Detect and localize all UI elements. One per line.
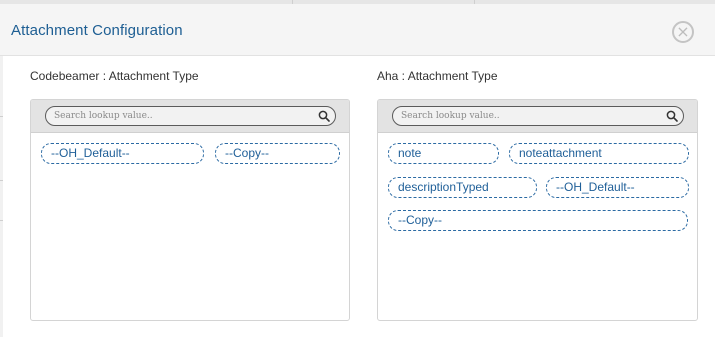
dialog-header: Attachment Configuration × — [0, 4, 715, 56]
chip-noteattachment[interactable]: noteattachment — [509, 143, 689, 164]
chip-oh-default[interactable]: --OH_Default-- — [41, 143, 204, 164]
aha-lookup-panel: note noteattachment descriptionTyped --O… — [377, 99, 698, 321]
edge-mark — [0, 180, 3, 181]
search-input[interactable] — [54, 108, 300, 124]
search-box[interactable] — [392, 106, 684, 126]
panel-search-bar — [31, 100, 349, 133]
search-input[interactable] — [401, 108, 648, 124]
background-edge — [0, 56, 3, 337]
chip-descriptiontyped[interactable]: descriptionTyped — [388, 177, 537, 198]
codebeamer-lookup-panel: --OH_Default-- --Copy-- — [30, 99, 350, 321]
dialog-title: Attachment Configuration — [11, 22, 183, 39]
chip-copy[interactable]: --Copy-- — [215, 143, 340, 164]
edge-mark — [0, 220, 3, 221]
search-icon[interactable] — [666, 110, 678, 122]
chip-note[interactable]: note — [388, 143, 499, 164]
panel-search-bar — [378, 100, 697, 133]
chip-copy[interactable]: --Copy-- — [388, 210, 688, 231]
search-icon[interactable] — [318, 110, 330, 122]
close-icon[interactable]: × — [672, 21, 694, 43]
edge-mark — [0, 116, 3, 117]
codebeamer-attachment-type-label: Codebeamer : Attachment Type — [30, 69, 199, 83]
chip-oh-default[interactable]: --OH_Default-- — [546, 177, 689, 198]
aha-attachment-type-label: Aha : Attachment Type — [377, 69, 498, 83]
search-box[interactable] — [45, 106, 336, 126]
